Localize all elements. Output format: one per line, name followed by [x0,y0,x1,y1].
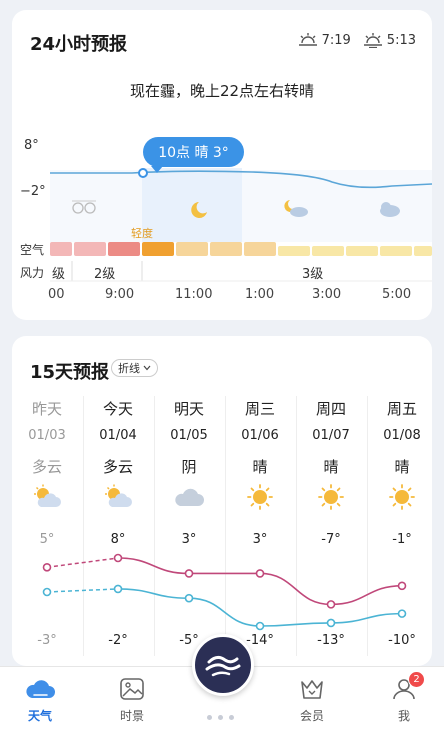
high-temp-line-past [46,557,119,569]
low-temp-line-point [397,609,407,618]
time-label: 11:00 [175,287,213,302]
wind-segment: 3级 [302,267,324,282]
high-temp-line-point [326,600,336,609]
tab-me-label: 我 [397,709,410,723]
tab-scenery[interactable]: 时景 [92,667,172,736]
center-weather-button[interactable] [192,634,254,696]
crown-icon [301,680,323,699]
tab-me[interactable]: 我 2 [364,667,444,736]
notification-badge: 2 [408,671,425,688]
time-label: 3:00 [312,287,342,302]
tab-membership[interactable]: 会员 [272,667,352,736]
air-quality-bar [50,242,432,256]
current-temp-point [138,168,148,178]
wind-cloud-icon [205,655,241,677]
wind-row-label: 风力 [20,266,45,280]
daily-forecast-card: 15天预报 折线 昨天 01/03 多云 5° -3° 今天 01/04 多云 8° -2° 明天 0… [12,336,432,666]
high-temp-line [117,557,403,606]
tab-scenery-label: 时景 [119,709,144,723]
low-temp-line-past [46,588,119,593]
daily-temperature-chart [42,553,407,631]
time-label: 5:00 [382,287,412,302]
tab-membership-label: 会员 [299,709,324,723]
wind-segment: 级 [52,267,66,282]
high-temp-line-point [113,553,123,563]
air-row-label: 空气 [20,243,45,257]
low-temp-line-point [113,584,123,594]
air-quality-level: 轻度 [131,227,153,240]
time-label: 9:00 [105,287,135,302]
hourly-tooltip: 10点 晴 3° [143,137,244,173]
wind-segment: 2级 [94,267,116,282]
tab-weather[interactable]: 天气 [0,667,80,736]
page-indicator [196,715,234,720]
low-temp-line-point [42,587,52,597]
low-temp-line-point [184,593,194,603]
time-label: 1:00 [245,287,275,302]
low-temp-line-point [326,618,336,628]
tab-weather-label: 天气 [27,709,52,723]
time-label: 00 [48,287,65,302]
low-temp-line [117,588,403,627]
high-temp-line-point [255,569,265,578]
photo-icon [120,678,144,700]
high-temp-line-point [184,569,194,578]
low-temp-line-point [255,621,265,631]
high-temp-line-point [397,581,407,591]
high-temp-line-point [42,562,52,572]
hourly-forecast-card: 24小时预报 7:19 5:13 现在霾，晚上22点左右转晴 8° −2° 10… [12,10,432,320]
cloud-tab-icon [26,680,55,698]
